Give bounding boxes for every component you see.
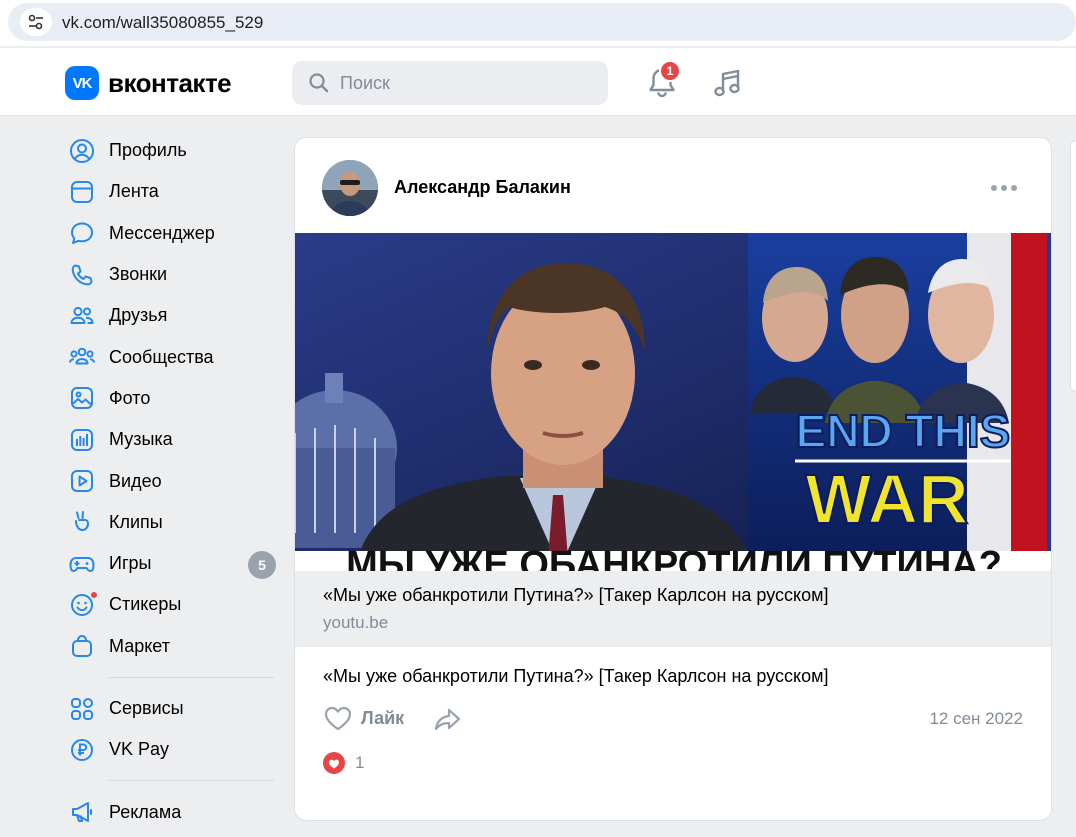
sidebar-item-label: Видео	[109, 470, 162, 491]
sidebar-item-games[interactable]: Игры 5	[60, 543, 276, 584]
sidebar-item-label: Игры	[109, 553, 152, 574]
sidebar-item-label: Лента	[109, 181, 159, 202]
thumbnail-headline-line2: WAR	[805, 460, 968, 538]
communities-icon	[68, 343, 96, 371]
sidebar-item-label: Мессенджер	[109, 222, 215, 243]
address-pill[interactable]: vk.com/wall35080855_529	[8, 3, 1076, 41]
sidebar-item-label: Маркет	[109, 635, 170, 656]
reaction-count: 1	[355, 753, 365, 772]
sidebar-item-label: Профиль	[109, 140, 187, 161]
user-circle-icon	[68, 137, 96, 165]
post-date[interactable]: 12 сен 2022	[929, 709, 1023, 729]
link-title[interactable]: «Мы уже обанкротили Путина?» [Такер Карл…	[323, 585, 829, 606]
vkpay-icon	[68, 736, 96, 764]
heart-outline-icon	[324, 706, 352, 731]
sidebar-item-label: Стикеры	[109, 594, 182, 615]
video-thumbnail[interactable]: END THIS WAR МЫ УЖЕ ОБАНКРОТИЛИ ПУТИНА?	[295, 233, 1051, 571]
services-icon	[68, 695, 96, 723]
sidebar-item-label: VK Pay	[109, 739, 170, 760]
music-bars-icon	[68, 426, 96, 454]
new-indicator-dot	[90, 590, 98, 599]
logo-text[interactable]: вконтакте	[108, 68, 232, 99]
politicians-panel-image: END THIS WAR	[748, 233, 1051, 551]
music-icon[interactable]	[710, 66, 744, 100]
sidebar-item-label: Сервисы	[109, 698, 184, 718]
megaphone-icon	[68, 798, 96, 826]
sidebar-item-friends[interactable]: Друзья	[60, 295, 276, 336]
more-options-icon[interactable]	[991, 180, 1023, 196]
market-bag-icon	[68, 632, 96, 660]
games-count-badge: 5	[248, 550, 276, 579]
post-card: Александр Балакин END THIS WAR МЫ УЖЕ ОБ…	[294, 137, 1052, 821]
sidebar-item-video[interactable]: Видео	[60, 460, 276, 501]
sidebar-item-label: Клипы	[109, 511, 163, 532]
sidebar-item-ads[interactable]: Реклама	[60, 791, 276, 832]
sidebar-item-label: Звонки	[109, 264, 168, 285]
newsfeed-icon	[68, 178, 96, 206]
gamepad-icon	[68, 550, 96, 578]
heart-reaction-icon	[323, 752, 345, 774]
message-icon	[68, 219, 96, 247]
sidebar-item-label: Сообщества	[109, 346, 214, 367]
sidebar-item-photos[interactable]: Фото	[60, 378, 276, 419]
browser-address-bar: vk.com/wall35080855_529	[0, 0, 1076, 46]
sidebar-item-calls[interactable]: Звонки	[60, 254, 276, 295]
sidebar-item-profile[interactable]: Профиль	[60, 130, 276, 171]
site-settings-icon[interactable]	[20, 8, 52, 36]
sidebar-item-feed[interactable]: Лента	[60, 171, 276, 212]
post-text: «Мы уже обанкротили Путина?» [Такер Карл…	[323, 666, 829, 686]
phone-icon	[68, 261, 96, 289]
sidebar-item-vkpay[interactable]: VK Pay	[60, 729, 276, 770]
link-domain[interactable]: youtu.be	[323, 613, 388, 633]
search-box[interactable]	[292, 61, 608, 105]
thumbnail-headline-line1: END THIS	[796, 405, 1011, 457]
sticker-icon	[68, 590, 98, 619]
share-icon[interactable]	[433, 705, 463, 733]
video-icon	[68, 467, 96, 495]
sidebar-item-label: Музыка	[109, 429, 173, 450]
sidebar-divider	[109, 780, 274, 782]
like-button[interactable]: Лайк	[323, 703, 404, 733]
like-label: Лайк	[361, 707, 405, 728]
sidebar-item-market[interactable]: Маркет	[60, 626, 276, 667]
notification-badge: 1	[659, 60, 681, 82]
sidebar-item-communities[interactable]: Сообщества	[60, 336, 276, 377]
search-icon	[309, 73, 329, 93]
avatar[interactable]	[322, 160, 378, 216]
right-panel-edge	[1070, 140, 1076, 392]
sidebar-item-services[interactable]: Сервисы	[60, 688, 276, 729]
friends-icon	[68, 302, 96, 330]
left-sidebar: Профиль Лента Мессенджер Звонки Друзья С…	[60, 130, 276, 833]
search-input[interactable]	[340, 61, 600, 105]
sidebar-divider	[109, 676, 274, 678]
sidebar-item-stickers[interactable]: Стикеры	[60, 584, 276, 625]
sidebar-item-label: Фото	[109, 387, 151, 408]
site-header: VK вконтакте 1	[0, 48, 1076, 116]
sidebar-item-label: Друзья	[109, 305, 168, 326]
sidebar-item-label: Реклама	[109, 801, 182, 822]
post-author[interactable]: Александр Балакин	[394, 177, 571, 198]
sidebar-item-clips[interactable]: Клипы	[60, 502, 276, 543]
sidebar-item-music[interactable]: Музыка	[60, 419, 276, 460]
clips-icon	[68, 508, 96, 536]
vk-logo-icon[interactable]: VK	[65, 66, 99, 100]
photo-icon	[68, 384, 96, 412]
thumbnail-caption: МЫ УЖЕ ОБАНКРОТИЛИ ПУТИНА?	[346, 544, 1002, 571]
link-preview[interactable]: «Мы уже обанкротили Путина?» [Такер Карл…	[295, 571, 1051, 647]
reactions-summary[interactable]: 1	[322, 751, 364, 775]
url-text[interactable]: vk.com/wall35080855_529	[62, 13, 263, 33]
sidebar-item-messenger[interactable]: Мессенджер	[60, 213, 276, 254]
